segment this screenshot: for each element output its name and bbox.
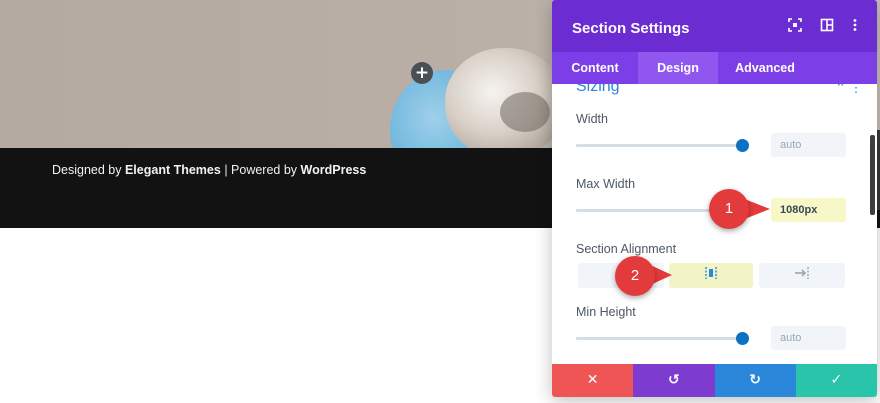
callout-pointers [648, 198, 770, 286]
callout-marker-1: 1 [709, 189, 749, 229]
callout-marker-2: 2 [615, 256, 655, 296]
builder-canvas: + Designed by Elegant Themes | Powered b… [0, 0, 880, 403]
